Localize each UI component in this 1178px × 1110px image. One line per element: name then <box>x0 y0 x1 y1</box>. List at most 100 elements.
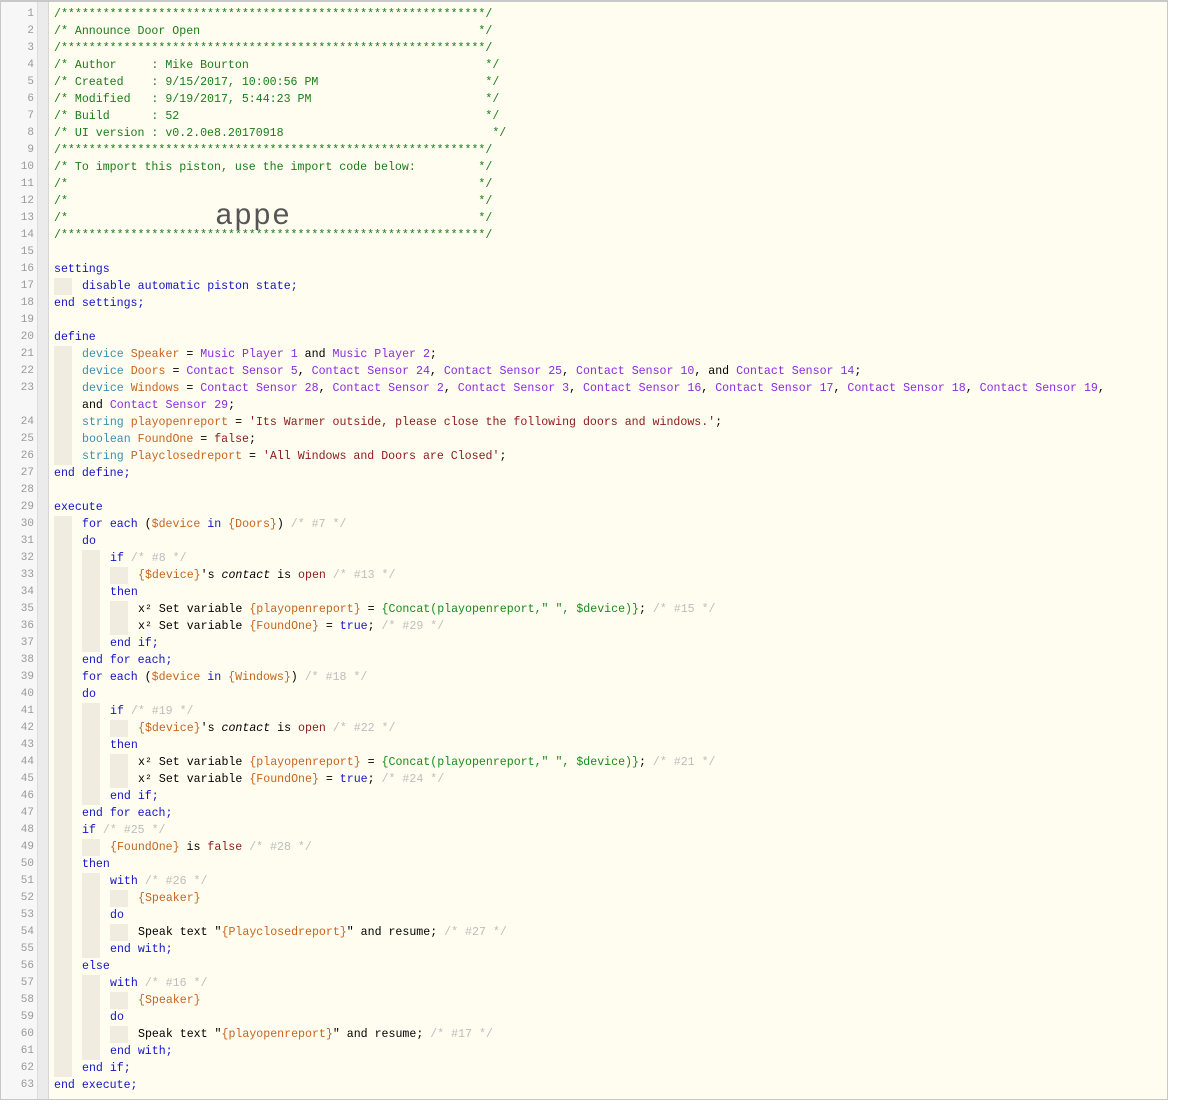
line-number: 46 <box>20 790 34 802</box>
line-number: 31 <box>20 535 34 547</box>
set-variable-icon: x² <box>138 620 152 633</box>
line-number: 19 <box>20 314 34 326</box>
indent-guide <box>54 890 72 907</box>
code-text: with /* #26 */ <box>54 873 1127 890</box>
code-line: 51 with /* #26 */ <box>1 873 1167 890</box>
indent-guide <box>82 924 100 941</box>
code-line: 44 x² Set variable {playopenreport} = {Co… <box>1 754 1167 771</box>
indent-guide <box>54 1009 72 1026</box>
code-line: 27 end define; <box>1 465 1167 482</box>
code-line: 61 end with; <box>1 1043 1167 1060</box>
code-text: /* */ <box>54 178 493 191</box>
indent-guide <box>54 380 72 414</box>
code-line: 49 {FoundOne} is false /* #28 */ <box>1 839 1167 856</box>
line-number: 45 <box>20 773 34 785</box>
code-line: 60 Speak text "{playopenreport}" and resu… <box>1 1026 1167 1043</box>
line-number: 41 <box>20 705 34 717</box>
code-text: end with; <box>54 1043 1127 1060</box>
code-text: if /* #25 */ <box>54 822 1127 839</box>
code-line: 47 end for each; <box>1 805 1167 822</box>
code-text: end for each; <box>54 805 1127 822</box>
code-line: 62 end if; <box>1 1060 1167 1077</box>
indent-guide <box>54 584 72 601</box>
line-number: 43 <box>20 739 34 751</box>
line-number: 1 <box>27 8 34 20</box>
piston-title: /* Announce Door Open */ <box>54 25 493 38</box>
indent-guide <box>54 448 72 465</box>
line-number: 42 <box>20 722 34 734</box>
line-number: 63 <box>20 1079 34 1091</box>
line-number: 35 <box>20 603 34 615</box>
code-editor[interactable]: 1 /**************************************… <box>0 0 1168 1100</box>
indent-guide <box>54 1060 72 1077</box>
code-line: 53 do <box>1 907 1167 924</box>
line-number: 26 <box>20 450 34 462</box>
indent-guide <box>54 958 72 975</box>
code-text: Speak text "{playopenreport}" and resume… <box>54 1026 1127 1043</box>
code-line: 32 if /* #8 */ <box>1 550 1167 567</box>
code-text: end define; <box>54 467 131 480</box>
code-line: 23 device Windows = Contact Sensor 28, Co… <box>1 380 1167 414</box>
line-number: 36 <box>20 620 34 632</box>
indent-guide <box>54 635 72 652</box>
set-variable-icon: x² <box>138 756 152 769</box>
set-variable-icon: x² <box>138 603 152 616</box>
indent-guide <box>54 363 72 380</box>
code-text: do <box>54 686 1127 703</box>
code-line: 55 end with; <box>1 941 1167 958</box>
indent-guide <box>54 754 72 771</box>
indent-guide <box>82 720 100 737</box>
indent-guide <box>54 618 72 635</box>
line-number: 3 <box>27 42 34 54</box>
indent-guide <box>82 941 100 958</box>
line-number: 13 <box>20 212 34 224</box>
code-line: 41 if /* #19 */ <box>1 703 1167 720</box>
indent-guide <box>110 567 128 584</box>
indent-guide <box>82 635 100 652</box>
code-line: 46 end if; <box>1 788 1167 805</box>
line-number: 11 <box>20 178 34 190</box>
code-line: 14/*************************************… <box>1 227 1167 244</box>
line-number: 7 <box>27 110 34 122</box>
created-line: /* Created : 9/15/2017, 10:00:56 PM */ <box>54 76 500 89</box>
code-text: then <box>54 737 1127 754</box>
code-line: 15 <box>1 244 1167 261</box>
code-text: then <box>54 856 1127 873</box>
line-number: 12 <box>20 195 34 207</box>
line-number: 53 <box>20 909 34 921</box>
code-text: end settings; <box>54 297 145 310</box>
indent-guide <box>54 720 72 737</box>
code-line: 8 /* UI version : v0.2.0e8.20170918 */ <box>1 125 1167 142</box>
code-line: 4 /* Author : Mike Bourton */ <box>1 57 1167 74</box>
line-number: 32 <box>20 552 34 564</box>
code-text: settings <box>54 263 110 276</box>
code-line: 43 then <box>1 737 1167 754</box>
code-line: 2 /* Announce Door Open */ <box>1 23 1167 40</box>
code-line: 58 {Speaker} <box>1 992 1167 1009</box>
indent-guide <box>54 516 72 533</box>
code-text: /***************************************… <box>54 42 493 55</box>
indent-guide <box>54 278 72 295</box>
indent-guide <box>110 992 128 1009</box>
line-number: 50 <box>20 858 34 870</box>
code-text: do <box>54 533 1127 550</box>
indent-guide <box>54 652 72 669</box>
code-line: 19 <box>1 312 1167 329</box>
indent-guide <box>82 754 100 771</box>
code-line: 7 /* Build : 52 */ <box>1 108 1167 125</box>
code-line: 50 then <box>1 856 1167 873</box>
indent-guide <box>54 771 72 788</box>
ui-version-line: /* UI version : v0.2.0e8.20170918 */ <box>54 127 507 140</box>
code-line: 57 with /* #16 */ <box>1 975 1167 992</box>
indent-guide <box>82 737 100 754</box>
indent-guide <box>82 1026 100 1043</box>
code-line: 37 end if; <box>1 635 1167 652</box>
code-text: x² Set variable {playopenreport} = {Conc… <box>54 601 1127 618</box>
code-text: x² Set variable {playopenreport} = {Conc… <box>54 754 1127 771</box>
line-number: 20 <box>20 331 34 343</box>
line-number: 44 <box>20 756 34 768</box>
overlay-text: appe <box>215 200 292 234</box>
code-line: 35 x² Set variable {playopenreport} = {Co… <box>1 601 1167 618</box>
line-number: 30 <box>20 518 34 530</box>
modified-line: /* Modified : 9/19/2017, 5:44:23 PM */ <box>54 93 500 106</box>
